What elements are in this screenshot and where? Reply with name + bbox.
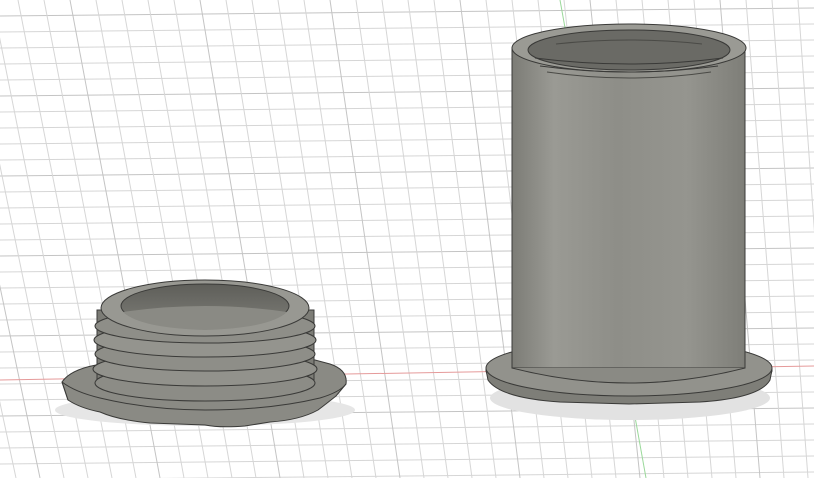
threaded-plug-icon[interactable] (55, 279, 355, 428)
grid-line (0, 455, 814, 465)
grid-line (152, 471, 814, 478)
grid-line (0, 423, 814, 433)
viewport-canvas[interactable] (0, 0, 814, 478)
grid-line (0, 400, 17, 478)
grid-line (381, 0, 449, 478)
3d-viewport[interactable] (0, 0, 814, 478)
grid-line (433, 0, 497, 478)
threaded-sleeve-icon[interactable] (485, 23, 773, 420)
grid-line (407, 0, 473, 478)
grid-line (0, 7, 814, 17)
grid-line (0, 439, 814, 449)
